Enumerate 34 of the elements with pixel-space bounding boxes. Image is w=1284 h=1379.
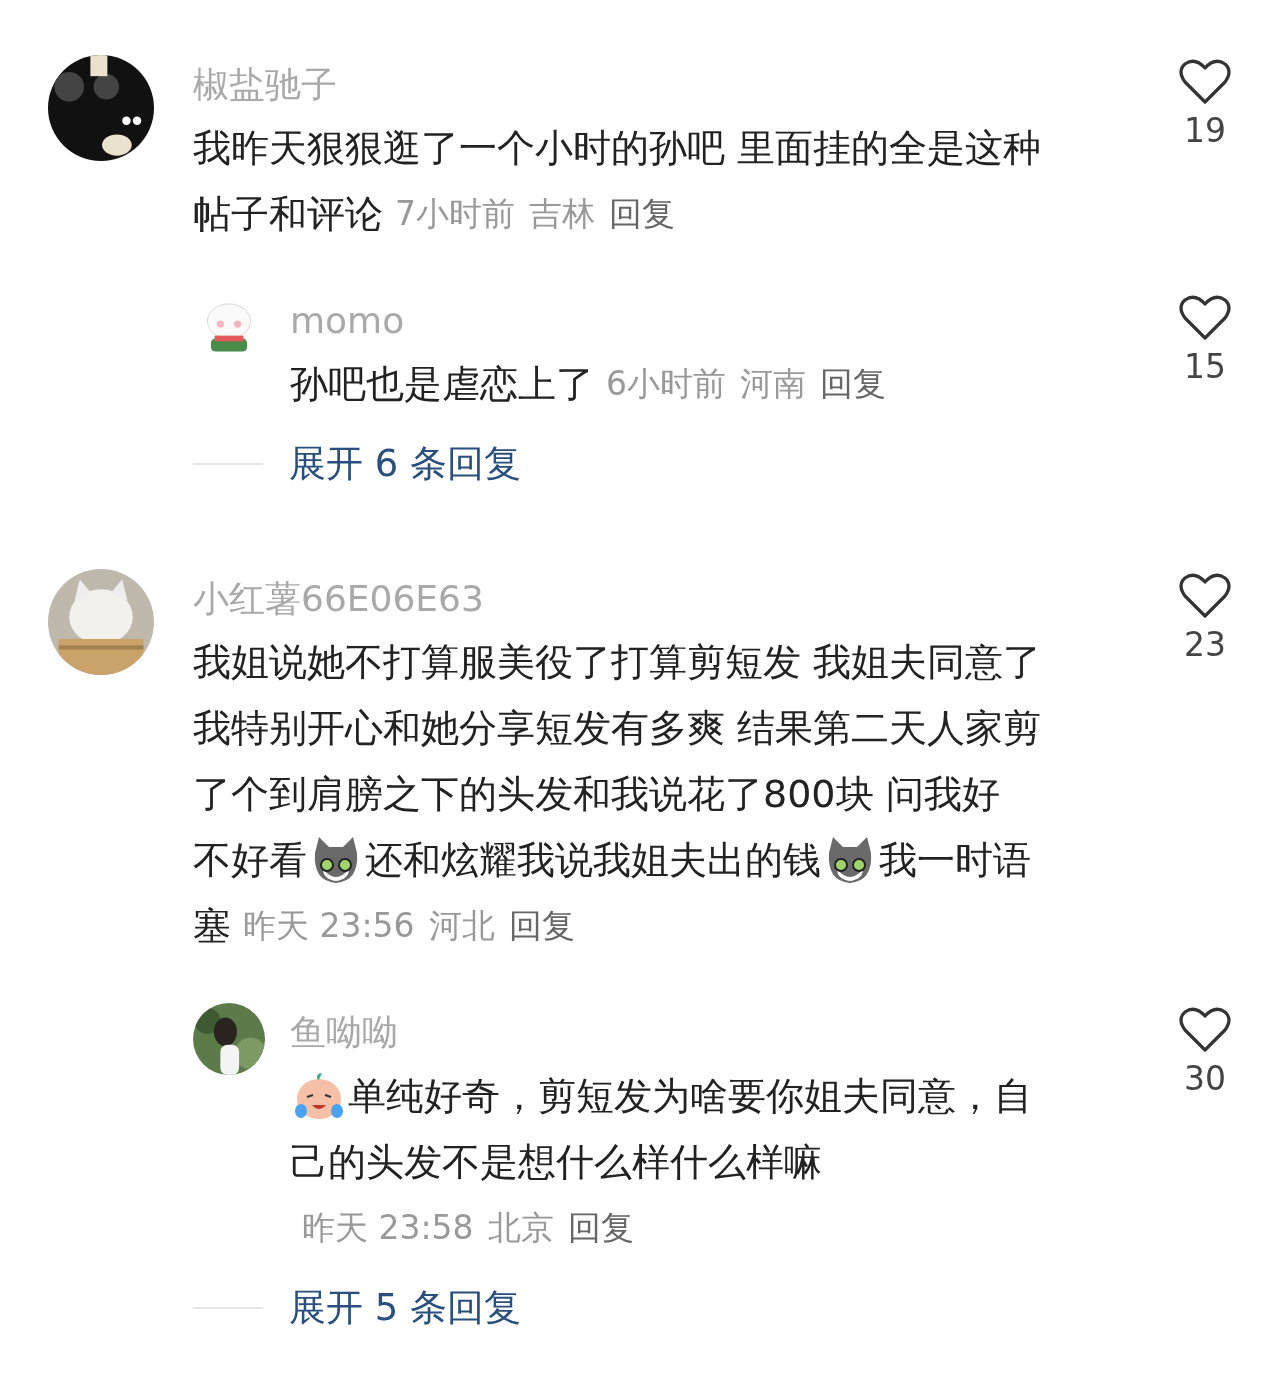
comment-text: 塞 [193,903,231,950]
comment-text: 我特别开心和她分享短发有多爽 结果第二天人家剪 [193,705,1042,752]
reply-link[interactable]: 回复 [567,1195,634,1261]
comment-time: 昨天 23:56 [243,905,415,947]
comment-text: 孙吧也是虐恋上了 [290,361,594,408]
expand-replies-link[interactable]: 展开 5 条回复 [289,1283,522,1333]
comment-text: 单纯好奇，剪短发为啥要你姐夫同意，自 [348,1073,1032,1120]
like-count: 23 [1184,625,1226,664]
comment-location: 河南 [740,363,806,405]
comment-text: 我昨天狠狠逛了一个小时的孙吧 里面挂的全是这种 [193,125,1042,172]
comment-text: 还和炫耀我说我姐夫出的钱 [365,837,821,884]
expand-replies-link[interactable]: 展开 6 条回复 [289,439,522,489]
heart-icon[interactable] [1179,573,1231,619]
comment-location: 河北 [428,905,495,947]
like-count: 15 [1184,347,1226,386]
comment-text: 不好看 [193,837,307,884]
comment-text: 了个到肩膀之下的头发和我说花了800块 问我好 [193,771,1000,818]
heart-icon[interactable] [1179,59,1231,105]
like-count: 30 [1184,1059,1226,1098]
comment-time: 7小时前 [395,193,515,235]
comment-time: 6小时前 [606,363,726,405]
comment-text: 我姐说她不打算服美役了打算剪短发 我姐夫同意了 [193,639,1042,686]
reply-link[interactable]: 回复 [820,351,886,417]
like-count: 19 [1184,111,1226,150]
comment-location: 吉林 [529,193,595,235]
reply-link[interactable]: 回复 [609,181,675,247]
reply-link[interactable]: 回复 [508,893,575,959]
heart-icon[interactable] [1179,295,1231,341]
comment-location: 北京 [487,1207,554,1249]
comment-text: 己的头发不是想什么样什么样嘛 [290,1139,822,1186]
comment-text: 帖子和评论 [193,191,383,238]
comment-text: 我一时语 [879,837,1031,884]
heart-icon[interactable] [1179,1007,1231,1053]
comment-time: 昨天 23:58 [302,1207,474,1249]
